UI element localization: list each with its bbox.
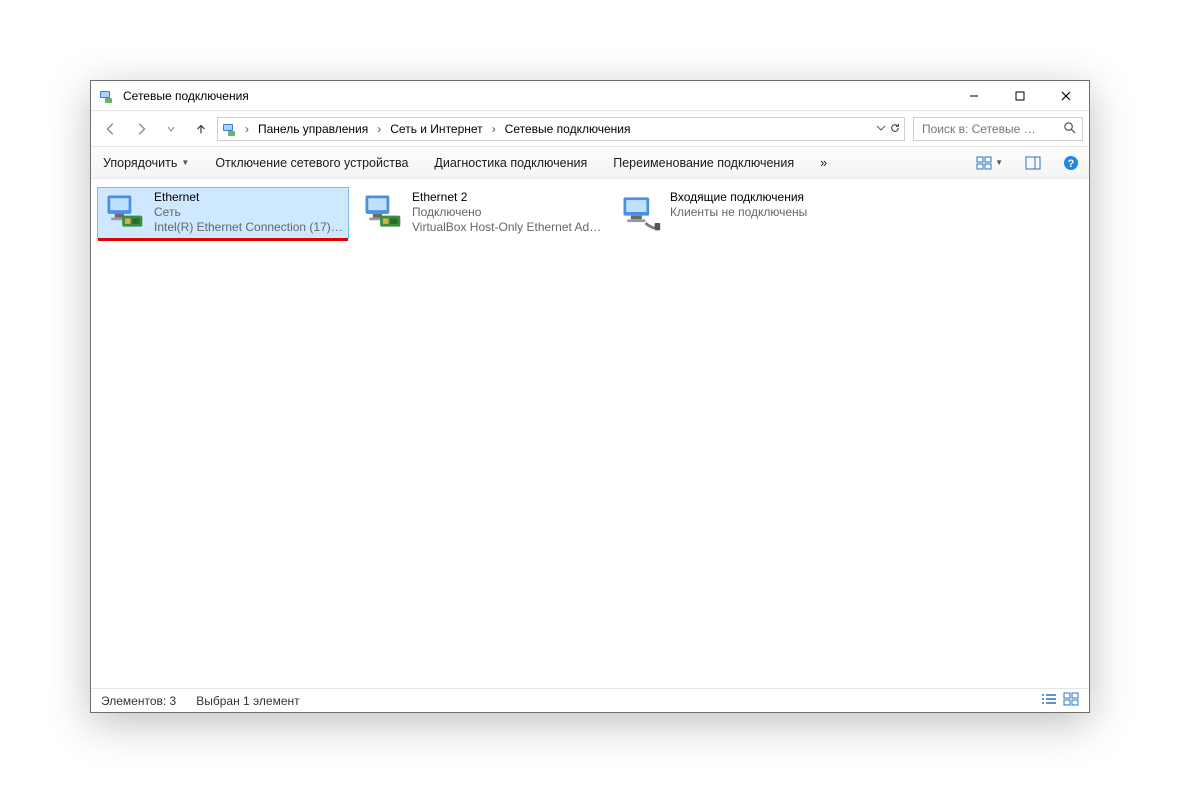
network-adapter-icon [102,190,146,234]
connection-item[interactable]: Ethernet Сеть Intel(R) Ethernet Connecti… [97,187,349,239]
overflow-label: » [820,156,827,170]
status-selection: Выбран 1 элемент [196,694,299,708]
details-view-button[interactable] [1041,692,1057,709]
up-button[interactable] [187,115,215,143]
navbar: › Панель управления › Сеть и Интернет › … [91,111,1089,147]
search-box[interactable] [913,117,1083,141]
diagnose-button[interactable]: Диагностика подключения [432,147,589,178]
large-icons-view-button[interactable] [1063,692,1079,709]
connection-name: Ethernet [154,190,344,205]
refresh-button[interactable] [890,122,900,136]
status-bar: Элементов: 3 Выбран 1 элемент [91,688,1089,712]
control-panel-icon [222,121,238,137]
chevron-down-icon: ▼ [181,158,189,167]
connection-name: Ethernet 2 [412,190,602,205]
organize-label: Упорядочить [103,156,177,170]
address-bar[interactable]: › Панель управления › Сеть и Интернет › … [217,117,905,141]
search-icon[interactable] [1063,121,1076,137]
forward-button[interactable] [127,115,155,143]
chevron-right-icon: › [242,122,252,136]
back-button[interactable] [97,115,125,143]
window-title: Сетевые подключения [123,89,951,103]
disable-device-button[interactable]: Отключение сетевого устройства [213,147,410,178]
window: Сетевые подключения [90,80,1090,713]
content-area[interactable]: Ethernet Сеть Intel(R) Ethernet Connecti… [91,179,1089,688]
connection-item[interactable]: Входящие подключения Клиенты не подключе… [613,187,865,239]
connection-item[interactable]: Ethernet 2 Подключено VirtualBox Host-On… [355,187,607,239]
disable-device-label: Отключение сетевого устройства [215,156,408,170]
help-button[interactable]: ? [1063,155,1079,171]
maximize-button[interactable] [997,81,1043,110]
breadcrumb-item[interactable]: Сетевые подключения [503,122,633,136]
command-bar: Упорядочить ▼ Отключение сетевого устрой… [91,147,1089,179]
connection-device: VirtualBox Host-Only Ethernet Ad… [412,220,602,235]
highlight-underline [98,238,348,241]
chevron-right-icon: › [489,122,499,136]
svg-text:?: ? [1068,158,1075,170]
status-count: Элементов: 3 [101,694,176,708]
connection-status: Подключено [412,205,602,220]
rename-button[interactable]: Переименование подключения [611,147,796,178]
network-adapter-icon [360,190,404,234]
rename-label: Переименование подключения [613,156,794,170]
close-button[interactable] [1043,81,1089,110]
search-input[interactable] [920,121,1057,137]
titlebar: Сетевые подключения [91,81,1089,111]
view-menu-button[interactable]: ▼ [976,155,1003,171]
recent-locations-button[interactable] [157,115,185,143]
organize-menu[interactable]: Упорядочить ▼ [101,147,191,178]
connection-device: Intel(R) Ethernet Connection (17) … [154,220,344,235]
overflow-button[interactable]: » [818,147,829,178]
chevron-down-icon: ▼ [995,158,1003,167]
minimize-button[interactable] [951,81,997,110]
connection-status: Клиенты не подключены [670,205,860,220]
breadcrumb-item[interactable]: Сеть и Интернет [388,122,484,136]
chevron-right-icon: › [374,122,384,136]
incoming-connection-icon [618,190,662,234]
address-dropdown-icon[interactable] [876,122,886,136]
diagnose-label: Диагностика подключения [434,156,587,170]
connection-status: Сеть [154,205,344,220]
preview-pane-button[interactable] [1025,155,1041,171]
breadcrumb-item[interactable]: Панель управления [256,122,370,136]
connection-name: Входящие подключения [670,190,860,205]
network-connections-icon [99,88,115,104]
